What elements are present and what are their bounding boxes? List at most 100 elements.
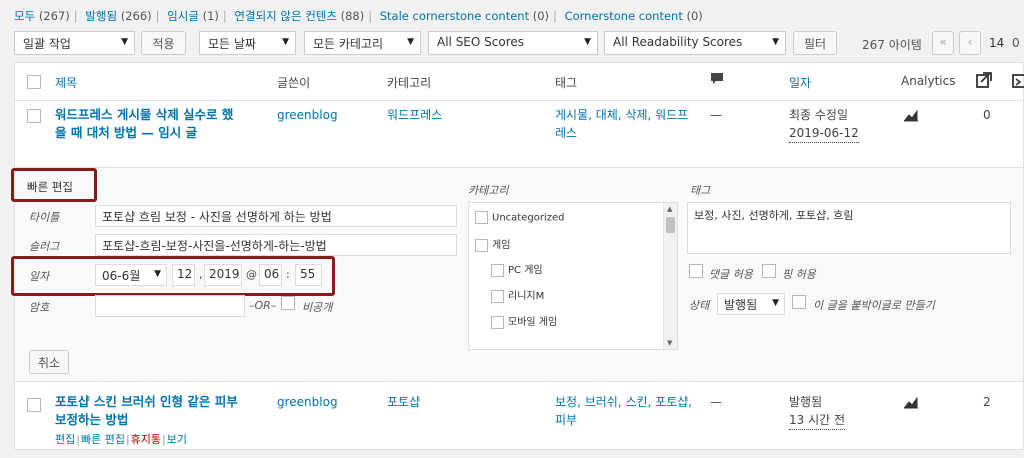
filter-all[interactable]: 모두: [14, 9, 35, 23]
post-title-link[interactable]: 워드프레스 게시물 삭제 실수로 했 을 때 대처 방법 — 임시 글: [55, 106, 265, 142]
category-item-game[interactable]: 게임: [475, 236, 510, 252]
post-tags-line-2: 레스: [555, 126, 578, 140]
current-page-number[interactable]: 14: [989, 36, 1004, 50]
filter-button[interactable]: 필터: [793, 31, 837, 55]
bulk-action-value: 일괄 작업: [23, 37, 71, 51]
category-label: 모바일 게임: [508, 317, 558, 328]
password-input[interactable]: [95, 295, 245, 317]
private-checkbox[interactable]: [281, 296, 295, 310]
allow-pings-checkbox[interactable]: [762, 264, 776, 278]
title-field-label: 타이틀: [29, 211, 60, 224]
category-item-lineage-m[interactable]: 리니지M: [491, 287, 544, 303]
row-checkbox[interactable]: [27, 109, 41, 123]
prev-page-button[interactable]: ‹: [959, 31, 981, 55]
date-filter-select[interactable]: 모든 날짜 ▼: [199, 31, 296, 55]
category-checkbox[interactable]: [475, 211, 488, 224]
comments-column-icon[interactable]: [710, 72, 724, 89]
scrollbar-thumb[interactable]: [666, 217, 675, 233]
slug-field-label: 슬러그: [29, 240, 60, 253]
quick-edit-link[interactable]: 빠른 편집: [81, 433, 125, 446]
filter-stale-cornerstone[interactable]: Stale cornerstone content: [380, 9, 529, 23]
highlight-box-heading: [11, 168, 97, 202]
post-link-count: 0: [983, 108, 991, 122]
status-field-label: 상태: [689, 299, 710, 312]
action-separator: |: [162, 433, 166, 446]
analytics-chart-icon[interactable]: [903, 395, 919, 414]
analytics-chart-icon[interactable]: [903, 108, 919, 127]
first-page-button[interactable]: «: [932, 31, 954, 55]
slug-input[interactable]: 포토샵-흐림-보정-사진을-선명하게-하는-방법: [95, 234, 457, 256]
category-checkbox[interactable]: [491, 263, 504, 277]
post-link-count: 2: [983, 395, 991, 409]
category-label: Uncategorized: [492, 212, 565, 224]
category-checkbox[interactable]: [475, 238, 488, 252]
category-item-mobile-game[interactable]: 모바일 게임: [491, 313, 557, 329]
dropdown-arrow-icon: ▼: [772, 37, 779, 47]
posts-table: 제목 글쓴이 카테고리 태그 일자 Analytics 워드프레스 게시물 삭제…: [11, 62, 1024, 450]
edit-link[interactable]: 편집: [55, 433, 75, 446]
column-author: 글쓴이: [277, 76, 311, 90]
post-comments: —: [710, 108, 722, 122]
filter-cornerstone[interactable]: Cornerstone content: [565, 9, 683, 23]
column-categories: 카테고리: [387, 76, 432, 90]
category-item-uncategorized[interactable]: Uncategorized: [475, 211, 564, 224]
category-label: 게임: [492, 240, 511, 251]
select-all-checkbox[interactable]: [27, 75, 41, 89]
post-title-line-1: 포토샵 스킨 브러쉬 인형 같은 피부: [55, 394, 238, 409]
post-author-link[interactable]: greenblog: [277, 393, 338, 411]
view-link[interactable]: 보기: [167, 433, 187, 446]
post-title-line-1: 워드프레스 게시물 삭제 실수로 했: [55, 107, 234, 122]
filter-unlinked-count: (88): [340, 9, 365, 23]
post-tags[interactable]: 보정, 브러쉬, 스킨, 포토샵, 피부: [555, 393, 705, 429]
category-scrollbar[interactable]: ▲ ▼: [663, 203, 677, 349]
trash-link[interactable]: 휴지통: [131, 433, 161, 446]
post-category-link[interactable]: 포토샵: [387, 393, 420, 411]
item-count: 267 아이템: [862, 38, 922, 52]
filter-cornerstone-count: (0): [686, 9, 703, 23]
column-tags: 태그: [555, 76, 578, 90]
filter-unlinked[interactable]: 연결되지 않은 컨텐츠: [234, 9, 337, 23]
post-date-value: 13 시간 전: [789, 411, 846, 430]
allow-comments-checkbox[interactable]: [689, 264, 703, 278]
internal-links-icon: [975, 71, 993, 92]
category-checkbox[interactable]: [491, 315, 504, 329]
filter-published[interactable]: 발행됨: [85, 9, 117, 23]
seo-score-select[interactable]: All SEO Scores ▼: [428, 31, 598, 55]
total-pages: 0: [1012, 36, 1020, 50]
post-tags[interactable]: 게시물, 대체, 삭제, 워드프 레스: [555, 106, 705, 142]
category-checklist[interactable]: Uncategorized 게임 PC 게임 리니지M 모바일 게임 ▲ ▼: [468, 202, 678, 350]
filter-published-count: (266): [120, 9, 152, 23]
readability-score-select[interactable]: All Readability Scores ▼: [604, 31, 786, 55]
allow-comments-label: 댓글 허용: [709, 268, 753, 281]
readability-score-value: All Readability Scores: [613, 35, 743, 49]
title-input[interactable]: 포토샵 흐림 보정 - 사진을 선명하게 하는 방법: [95, 205, 457, 227]
status-select[interactable]: 발행됨 ▼: [717, 293, 785, 315]
tags-textarea[interactable]: 보정, 사진, 선명하게, 포토샵, 흐림: [687, 202, 1011, 254]
row-checkbox[interactable]: [27, 398, 41, 412]
cancel-button[interactable]: 취소: [29, 350, 69, 374]
tags-heading: 태그: [690, 184, 711, 197]
filter-draft[interactable]: 임시글: [167, 9, 199, 23]
column-date[interactable]: 일자: [789, 74, 811, 91]
post-author-link[interactable]: greenblog: [277, 106, 338, 124]
category-label: 리니지M: [508, 291, 545, 302]
column-title[interactable]: 제목: [55, 74, 77, 91]
category-filter-value: 모든 카테고리: [313, 37, 384, 51]
scroll-down-arrow-icon[interactable]: ▼: [667, 339, 672, 347]
bulk-action-select[interactable]: 일괄 작업 ▼: [14, 31, 135, 55]
post-date: 최종 수정일 2019-06-12: [789, 106, 899, 143]
sticky-label: 이 글을 붙박이글로 만들기: [813, 299, 935, 312]
dropdown-arrow-icon: ▼: [772, 298, 779, 308]
post-date: 발행됨 13 시간 전: [789, 393, 899, 430]
category-checkbox[interactable]: [491, 289, 504, 303]
post-title-link[interactable]: 포토샵 스킨 브러쉬 인형 같은 피부 보정하는 방법: [55, 393, 265, 429]
highlight-box-date: [11, 256, 335, 296]
post-category-link[interactable]: 워드프레스: [387, 106, 442, 124]
sticky-checkbox[interactable]: [792, 295, 806, 309]
apply-button[interactable]: 적용: [141, 31, 186, 55]
category-filter-select[interactable]: 모든 카테고리 ▼: [304, 31, 421, 55]
table-row: 워드프레스 게시물 삭제 실수로 했 을 때 대처 방법 — 임시 글 gree…: [15, 101, 1023, 167]
scroll-up-arrow-icon[interactable]: ▲: [667, 205, 672, 213]
category-item-pc-game[interactable]: PC 게임: [491, 261, 543, 277]
column-analytics: Analytics: [901, 74, 956, 88]
